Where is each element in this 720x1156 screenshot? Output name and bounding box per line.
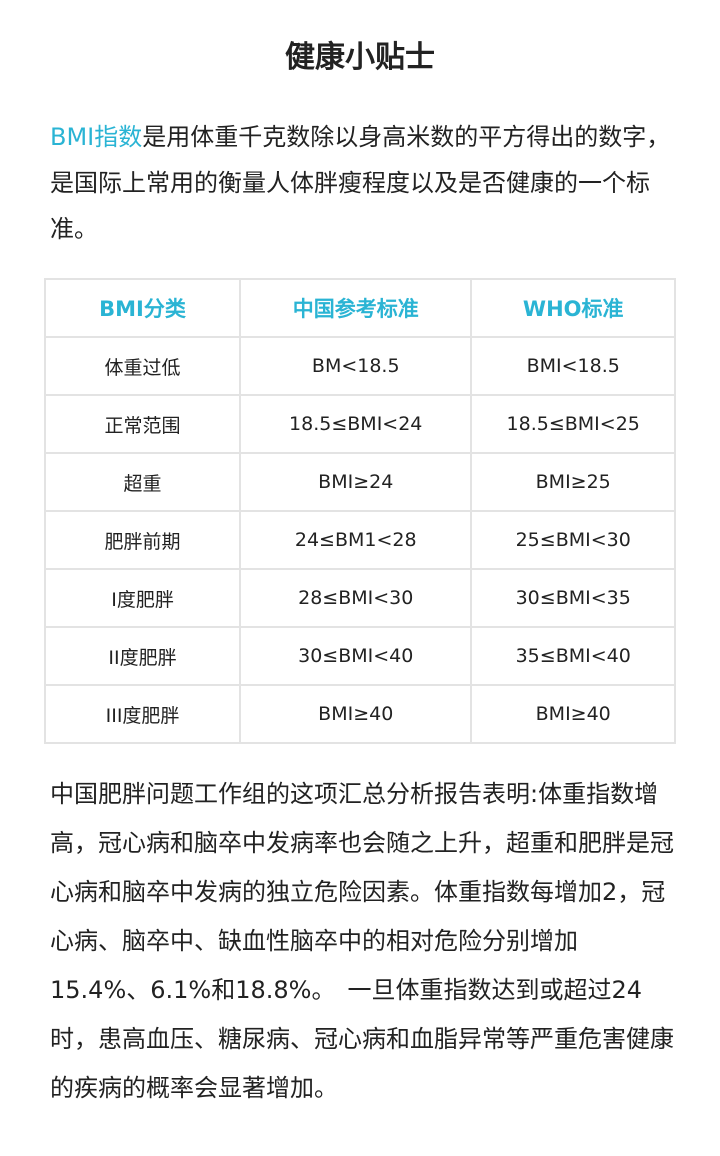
table-row: 体重过低 BM<18.5 BMI<18.5 [43,336,676,396]
table-row: III度肥胖 BMI≥40 BMI≥40 [43,684,676,744]
cell-who: BMI≥25 [470,452,676,512]
cell-who: 25≤BMI<30 [470,510,676,570]
page: 健康小贴士 BMI指数是用体重千克数除以身高米数的平方得出的数字，是国际上常用的… [0,0,720,1156]
cell-category: I度肥胖 [43,568,242,628]
cell-category: III度肥胖 [43,684,242,744]
header-who-standard: WHO标准 [470,278,676,338]
cell-china: BMI≥24 [239,452,473,512]
table-row: II度肥胖 30≤BMI<40 35≤BMI<40 [43,626,676,686]
cell-china: 28≤BMI<30 [239,568,473,628]
table-row: 超重 BMI≥24 BMI≥25 [43,452,676,512]
cell-who: 18.5≤BMI<25 [470,394,676,454]
intro-paragraph: BMI指数是用体重千克数除以身高米数的平方得出的数字，是国际上常用的衡量人体胖瘦… [50,114,675,252]
cell-china: 18.5≤BMI<24 [239,394,473,454]
cell-category: 肥胖前期 [43,510,242,570]
cell-who: BMI<18.5 [470,336,676,396]
cell-category: 超重 [43,452,242,512]
table-row: 肥胖前期 24≤BM1<28 25≤BMI<30 [43,510,676,570]
page-title: 健康小贴士 [285,40,435,75]
cell-china: 24≤BM1<28 [239,510,473,570]
cell-china: BMI≥40 [239,684,473,744]
intro-highlight-term: BMI指数 [50,123,143,151]
cell-who: 35≤BMI<40 [470,626,676,686]
analysis-paragraph: 中国肥胖问题工作组的这项汇总分析报告表明:体重指数增高，冠心病和脑卒中发病率也会… [50,780,674,1102]
cell-china: BM<18.5 [239,336,473,396]
cell-who: 30≤BMI<35 [470,568,676,628]
cell-category: II度肥胖 [43,626,242,686]
header-china-standard: 中国参考标准 [239,278,473,338]
table-row: 正常范围 18.5≤BMI<24 18.5≤BMI<25 [43,394,676,454]
cell-category: 正常范围 [43,394,242,454]
bmi-table: BMI分类 中国参考标准 WHO标准 体重过低 BM<18.5 BMI<18.5… [43,278,676,744]
cell-china: 30≤BMI<40 [239,626,473,686]
table-header-row: BMI分类 中国参考标准 WHO标准 [43,278,676,338]
header-bmi-category: BMI分类 [43,278,242,338]
cell-who: BMI≥40 [470,684,676,744]
intro-text: 是用体重千克数除以身高米数的平方得出的数字，是国际上常用的衡量人体胖瘦程度以及是… [50,123,671,243]
table-row: I度肥胖 28≤BMI<30 30≤BMI<35 [43,568,676,628]
cell-category: 体重过低 [43,336,242,396]
